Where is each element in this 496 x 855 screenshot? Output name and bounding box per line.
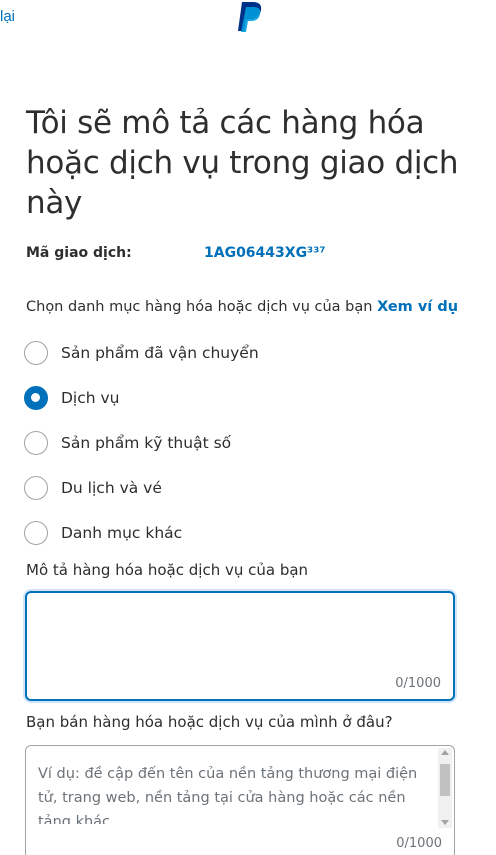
radio-label: Sản phẩm kỹ thuật số: [61, 433, 232, 452]
scroll-down-icon[interactable]: [441, 820, 449, 825]
where-sold-field[interactable]: Ví dụ: đề cập đến tên của nền tảng thươn…: [25, 745, 455, 855]
radio-button[interactable]: [24, 340, 48, 365]
description-label: Mô tả hàng hóa hoặc dịch vụ của bạn: [26, 561, 309, 579]
paypal-logo-icon: [232, 0, 266, 34]
category-radio-group: Sản phẩm đã vận chuyển Dịch vụ Sản phẩm …: [24, 330, 464, 555]
radio-label: Danh mục khác: [61, 523, 183, 542]
radio-other-category[interactable]: Danh mục khác: [24, 510, 464, 555]
radio-digital-products[interactable]: Sản phẩm kỹ thuật số: [24, 420, 464, 465]
radio-label: Sản phẩm đã vận chuyển: [61, 343, 259, 362]
see-examples-link[interactable]: Xem ví dụ: [377, 299, 458, 315]
where-sold-char-counter: 0/1000: [396, 836, 442, 851]
where-sold-placeholder: Ví dụ: đề cập đến tên của nền tảng thươn…: [38, 766, 418, 824]
description-textarea[interactable]: [27, 593, 453, 673]
transaction-id-row: Mã giao dịch: 1AG06443XG³³⁷: [26, 245, 466, 265]
scroll-up-icon[interactable]: [441, 750, 449, 755]
textarea-scrollbar[interactable]: [438, 748, 452, 828]
radio-label: Du lịch và vé: [61, 478, 162, 497]
back-link[interactable]: lại: [0, 8, 15, 25]
description-char-counter: 0/1000: [395, 676, 441, 691]
category-prompt-text: Chọn danh mục hàng hóa hoặc dịch vụ của …: [26, 299, 373, 315]
radio-button[interactable]: [24, 475, 48, 500]
radio-button-selected[interactable]: [24, 385, 48, 410]
where-sold-label: Bạn bán hàng hóa hoặc dịch vụ của mình ở…: [26, 713, 393, 731]
radio-travel-tickets[interactable]: Du lịch và vé: [24, 465, 464, 510]
radio-label: Dịch vụ: [61, 388, 120, 407]
description-field[interactable]: 0/1000: [25, 591, 455, 701]
transaction-id-value[interactable]: 1AG06443XG³³⁷: [204, 245, 325, 261]
radio-services[interactable]: Dịch vụ: [24, 375, 464, 420]
radio-button[interactable]: [24, 430, 48, 455]
transaction-id-label: Mã giao dịch:: [26, 245, 132, 261]
scroll-thumb[interactable]: [440, 764, 450, 796]
category-prompt: Chọn danh mục hàng hóa hoặc dịch vụ của …: [26, 299, 458, 315]
radio-shipped-products[interactable]: Sản phẩm đã vận chuyển: [24, 330, 464, 375]
radio-button[interactable]: [24, 520, 48, 545]
page-title: Tôi sẽ mô tả các hàng hóa hoặc dịch vụ t…: [26, 105, 459, 221]
